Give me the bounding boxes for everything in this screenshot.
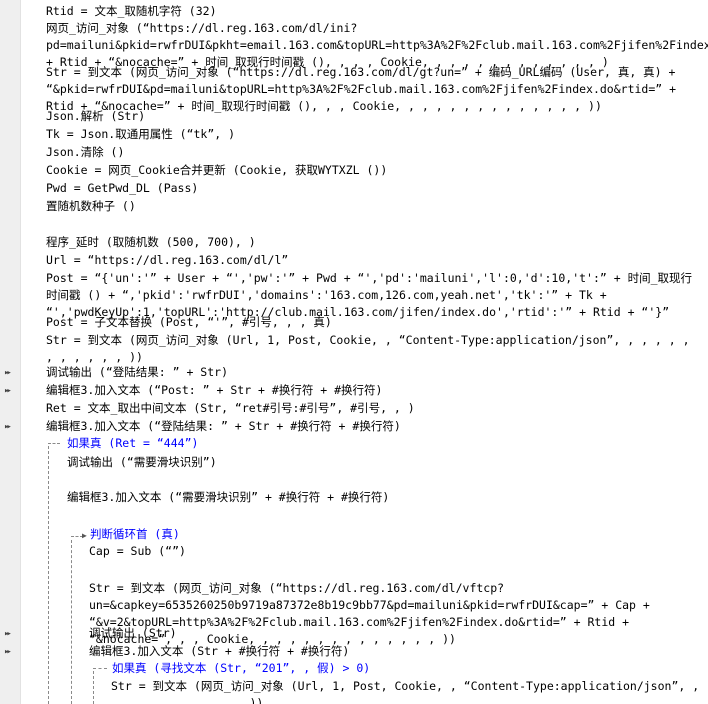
code-text: Tk = Json.取通用属性 (“tk”, ) — [46, 127, 236, 141]
code-line[interactable]: 判断循环首 (真) — [21, 526, 708, 543]
code-line[interactable]: Cookie = 网页_Cookie合并更新 (Cookie, 获取WYTXZL… — [21, 162, 708, 179]
breakpoint-marker-icon[interactable]: ▸▸ — [4, 626, 14, 643]
code-line[interactable]: 置随机数种子 () — [21, 198, 708, 215]
code-text: Str = 到文本 (网页_访问_对象 (Url, 1, Post, Cooki… — [46, 333, 697, 364]
code-line[interactable]: 程序_延时 (取随机数 (500, 700), ) — [21, 234, 708, 251]
code-line[interactable]: Str = 到文本 (网页_访问_对象 (Url, 1, Post, Cooki… — [21, 678, 708, 704]
code-line[interactable]: Rtid = 文本_取随机字符 (32) — [21, 3, 708, 20]
code-text: 编辑框3.加入文本 (Str + #换行符 + #换行符) — [89, 644, 350, 658]
code-text: Pwd = GetPwd_DL (Pass) — [46, 181, 199, 195]
code-line[interactable]: 如果真 (寻找文本 (Str, “201”, , 假) > 0) — [21, 660, 708, 677]
code-line[interactable]: Str = 到文本 (网页_访问_对象 (Url, 1, Post, Cooki… — [21, 332, 708, 366]
code-line[interactable]: 调试输出 (Str) — [21, 625, 708, 642]
code-text: 编辑框3.加入文本 (“需要滑块识别” + #换行符 + #换行符) — [67, 490, 390, 504]
breakpoint-marker-icon[interactable]: ▸▸ — [4, 419, 14, 436]
code-line[interactable]: 调试输出 (“需要滑块识别”) — [21, 454, 708, 471]
code-line[interactable]: Url = “https://dl.reg.163.com/dl/l” — [21, 252, 708, 269]
breakpoint-gutter[interactable]: ▸▸ ▸▸ ▸▸ ▸▸ ▸▸ — [0, 0, 21, 704]
code-text: Rtid = 文本_取随机字符 (32) — [46, 4, 217, 18]
code-line[interactable]: Tk = Json.取通用属性 (“tk”, ) — [21, 126, 708, 143]
code-line[interactable]: Ret = 文本_取出中间文本 (Str, “ret#引号:#引号”, #引号,… — [21, 400, 708, 417]
breakpoint-marker-icon[interactable]: ▸▸ — [4, 365, 14, 382]
code-text: 程序_延时 (取随机数 (500, 700), ) — [46, 235, 256, 249]
code-text: Post = 子文本替换 (Post, “'”, #引号, , , 真) — [46, 315, 332, 329]
code-text: 调试输出 (“需要滑块识别”) — [67, 455, 217, 469]
code-text: Str = 到文本 (网页_访问_对象 (Url, 1, Post, Cooki… — [111, 679, 707, 704]
code-line[interactable]: 编辑框3.加入文本 (“Post: ” + Str + #换行符 + #换行符) — [21, 382, 708, 399]
code-text: 判断循环首 (真) — [90, 527, 180, 541]
code-line[interactable]: Str = 到文本 (网页_访问_对象 (“https://dl.reg.163… — [21, 580, 708, 646]
code-line[interactable]: 编辑框3.加入文本 (“需要滑块识别” + #换行符 + #换行符) — [21, 489, 708, 506]
code-text: Ret = 文本_取出中间文本 (Str, “ret#引号:#引号”, #引号,… — [46, 401, 415, 415]
code-text: 编辑框3.加入文本 (“Post: ” + Str + #换行符 + #换行符) — [46, 383, 383, 397]
code-editor[interactable]: ▶ Rtid = 文本_取随机字符 (32) 网页_访问_对象 (“https:… — [21, 0, 708, 704]
code-line[interactable]: Post = 子文本替换 (Post, “'”, #引号, , , 真) — [21, 314, 708, 331]
code-line[interactable]: Pwd = GetPwd_DL (Pass) — [21, 180, 708, 197]
code-text: Cap = Sub (“”) — [89, 544, 186, 558]
code-line[interactable]: Cap = Sub (“”) — [21, 543, 708, 560]
code-line[interactable]: 编辑框3.加入文本 (“登陆结果: ” + Str + #换行符 + #换行符) — [21, 418, 708, 435]
code-text: 调试输出 (“登陆结果: ” + Str) — [46, 365, 229, 379]
code-text: 如果真 (寻找文本 (Str, “201”, , 假) > 0) — [112, 661, 371, 675]
code-text: 编辑框3.加入文本 (“登陆结果: ” + Str + #换行符 + #换行符) — [46, 419, 401, 433]
code-text: Json.解析 (Str) — [46, 109, 146, 123]
code-text: 如果真 (Ret = “444”) — [67, 436, 199, 450]
code-line[interactable]: 如果真 (Ret = “444”) — [21, 435, 708, 452]
code-line[interactable]: 调试输出 (“登陆结果: ” + Str) — [21, 364, 708, 381]
code-line[interactable]: 编辑框3.加入文本 (Str + #换行符 + #换行符) — [21, 643, 708, 660]
code-text: Url = “https://dl.reg.163.com/dl/l” — [46, 253, 289, 267]
code-text: 调试输出 (Str) — [89, 626, 177, 640]
code-line[interactable]: Json.清除 () — [21, 144, 708, 161]
code-text: 置随机数种子 () — [46, 199, 136, 213]
breakpoint-marker-icon[interactable]: ▸▸ — [4, 644, 14, 661]
code-text: Cookie = 网页_Cookie合并更新 (Cookie, 获取WYTXZL… — [46, 163, 388, 177]
breakpoint-marker-icon[interactable]: ▸▸ — [4, 383, 14, 400]
code-line[interactable]: Json.解析 (Str) — [21, 108, 708, 125]
code-text: Json.清除 () — [46, 145, 125, 159]
